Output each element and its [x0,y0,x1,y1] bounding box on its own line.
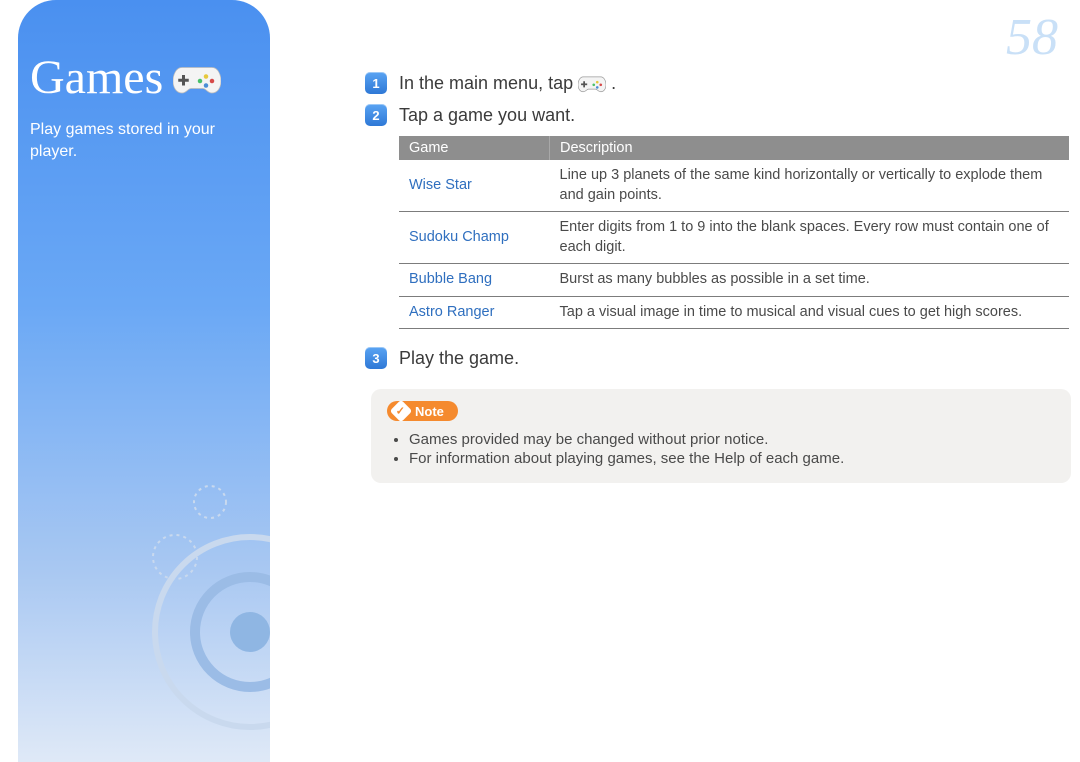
table-header-row: Game Description [399,136,1069,160]
manual-page: Games Play games stored in your player. … [0,0,1080,762]
page-subtitle: Play games stored in your player. [30,119,250,162]
step-1: 1 In the main menu, tap . [365,72,1040,94]
game-desc: Enter digits from 1 to 9 into the blank … [550,212,1070,264]
page-title: Games [30,50,250,105]
page-title-text: Games [30,50,163,105]
col-game: Game [399,136,550,160]
step-2: 2 Tap a game you want. [365,104,1040,126]
content-panel: 58 1 In the main menu, tap . [270,0,1080,762]
table-row: Bubble Bang Burst as many bubbles as pos… [399,264,1069,297]
games-table: Game Description Wise Star Line up 3 pla… [399,136,1069,329]
note-check-icon: ✓ [390,400,413,423]
sidebar: Games Play games stored in your player. [18,0,270,762]
game-name: Astro Ranger [399,296,550,329]
game-controller-icon [173,61,221,95]
note-item: For information about playing games, see… [409,450,1055,467]
step-1-text: In the main menu, tap . [399,73,616,94]
step-1-prefix: In the main menu, tap [399,73,578,93]
step-number-badge: 2 [365,104,387,126]
game-controller-icon [578,73,606,93]
step-2-text: Tap a game you want. [399,105,575,126]
game-desc: Burst as many bubbles as possible in a s… [550,264,1070,297]
game-desc: Line up 3 planets of the same kind horiz… [550,160,1070,212]
note-box: ✓ Note Games provided may be changed wit… [371,389,1071,483]
page-number: 58 [1006,8,1058,67]
step-number-badge: 3 [365,347,387,369]
table-row: Sudoku Champ Enter digits from 1 to 9 in… [399,212,1069,264]
step-3-text: Play the game. [399,348,519,369]
table-row: Wise Star Line up 3 planets of the same … [399,160,1069,212]
game-name: Sudoku Champ [399,212,550,264]
note-list: Games provided may be changed without pr… [387,431,1055,467]
game-name: Bubble Bang [399,264,550,297]
step-3: 3 Play the game. [365,347,1040,369]
note-badge: ✓ Note [387,401,458,421]
table-row: Astro Ranger Tap a visual image in time … [399,296,1069,329]
game-name: Wise Star [399,160,550,212]
step-number-badge: 1 [365,72,387,94]
note-item: Games provided may be changed without pr… [409,431,1055,448]
col-description: Description [550,136,1070,160]
game-desc: Tap a visual image in time to musical an… [550,296,1070,329]
step-1-suffix: . [611,73,616,93]
note-label: Note [415,404,444,419]
content: 1 In the main menu, tap . [365,72,1040,483]
